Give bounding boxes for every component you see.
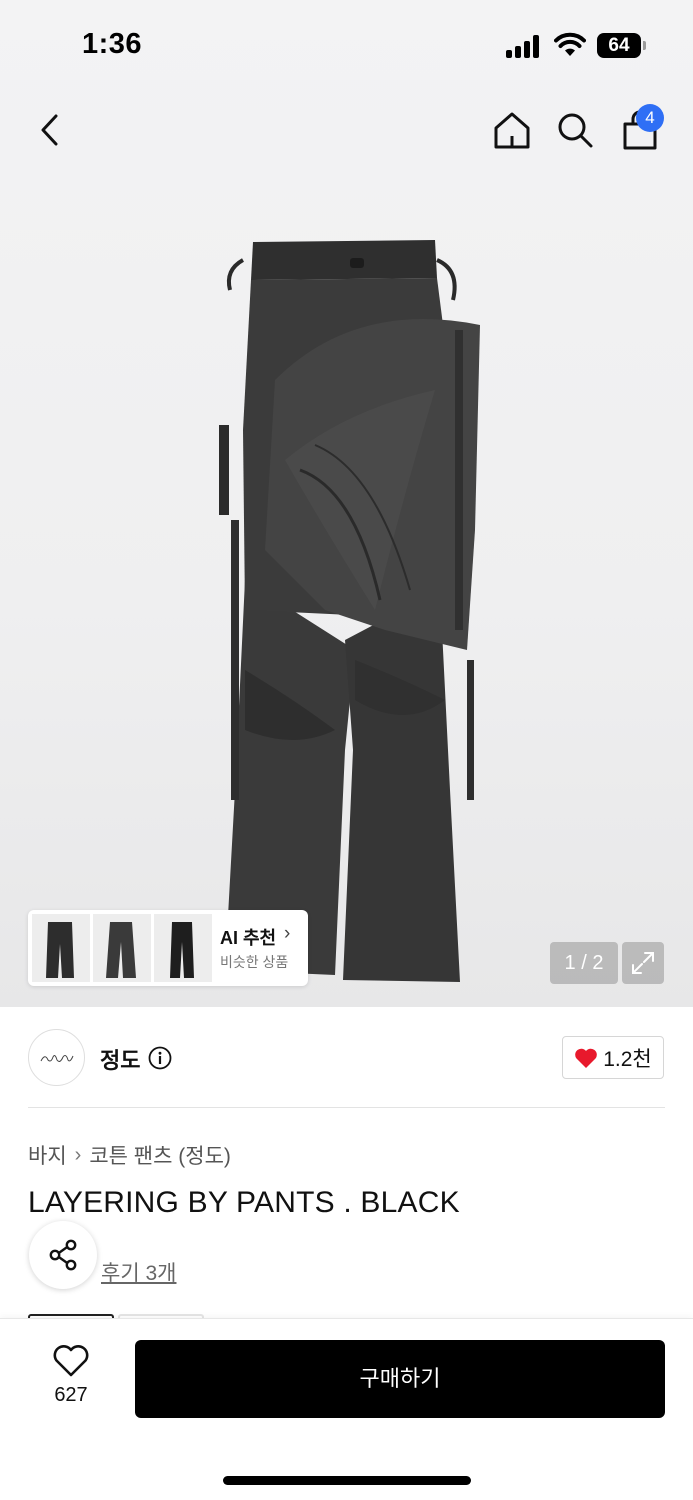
cart-count-badge: 4 bbox=[636, 104, 664, 132]
product-photo[interactable] bbox=[205, 230, 505, 990]
brand-avatar[interactable] bbox=[28, 1029, 85, 1086]
chevron-right-icon: › bbox=[74, 1143, 82, 1166]
product-gallery[interactable]: 1:36 64 4 AI 추천 › 비슷한 상품 1 / 2 bbox=[0, 0, 693, 1007]
ai-recommend-subtitle: 비슷한 상품 bbox=[220, 954, 289, 970]
review-link[interactable]: 후기 3개 bbox=[101, 1257, 176, 1287]
search-button[interactable] bbox=[553, 108, 597, 152]
breadcrumb-subcategory[interactable]: 코튼 팬츠 (정도) bbox=[89, 1140, 231, 1170]
info-icon[interactable] bbox=[148, 1046, 172, 1070]
section-divider bbox=[28, 1107, 665, 1108]
share-icon bbox=[49, 1239, 77, 1271]
battery-icon: 64 bbox=[597, 33, 647, 58]
wishlist-count: 627 bbox=[54, 1384, 88, 1406]
breadcrumb-category[interactable]: 바지 bbox=[28, 1140, 67, 1170]
thumbnail-pants-image bbox=[170, 922, 194, 978]
brand-like-button[interactable]: 1.2천 bbox=[562, 1036, 664, 1079]
wishlist-button[interactable]: 627 bbox=[42, 1342, 100, 1414]
wifi-icon bbox=[554, 32, 586, 56]
thumbnail-pants-image bbox=[46, 922, 74, 978]
expand-image-button[interactable] bbox=[622, 942, 664, 984]
search-icon bbox=[558, 113, 593, 148]
brand-name[interactable]: 정도 bbox=[100, 1043, 140, 1075]
status-bar: 1:36 64 bbox=[0, 0, 693, 90]
share-button[interactable] bbox=[29, 1221, 97, 1289]
thumbnail-pants-image bbox=[106, 922, 136, 978]
chevron-right-icon: › bbox=[284, 923, 291, 944]
image-page-indicator: 1 / 2 bbox=[550, 942, 618, 984]
back-button[interactable] bbox=[30, 108, 70, 152]
breadcrumb: 바지 › 코튼 팬츠 (정도) bbox=[28, 1140, 231, 1170]
ai-recommend-title: AI 추천 bbox=[220, 928, 277, 948]
heart-outline-icon bbox=[53, 1345, 89, 1377]
heart-filled-icon bbox=[575, 1048, 598, 1068]
brand-logo-icon bbox=[40, 1054, 73, 1062]
chevron-left-icon bbox=[41, 114, 58, 146]
cellular-signal-icon bbox=[506, 34, 544, 58]
home-icon bbox=[494, 112, 530, 149]
buy-button[interactable]: 구매하기 bbox=[135, 1340, 665, 1418]
expand-icon bbox=[632, 952, 654, 974]
brand-like-count: 1.2천 bbox=[603, 1047, 652, 1071]
ai-recommendation-card[interactable]: AI 추천 › 비슷한 상품 bbox=[28, 910, 308, 986]
status-time: 1:36 bbox=[82, 28, 143, 60]
home-button[interactable] bbox=[490, 108, 534, 152]
product-title: LAYERING BY PANTS . BLACK bbox=[28, 1186, 460, 1219]
home-indicator bbox=[223, 1476, 471, 1485]
battery-level: 64 bbox=[608, 35, 630, 56]
